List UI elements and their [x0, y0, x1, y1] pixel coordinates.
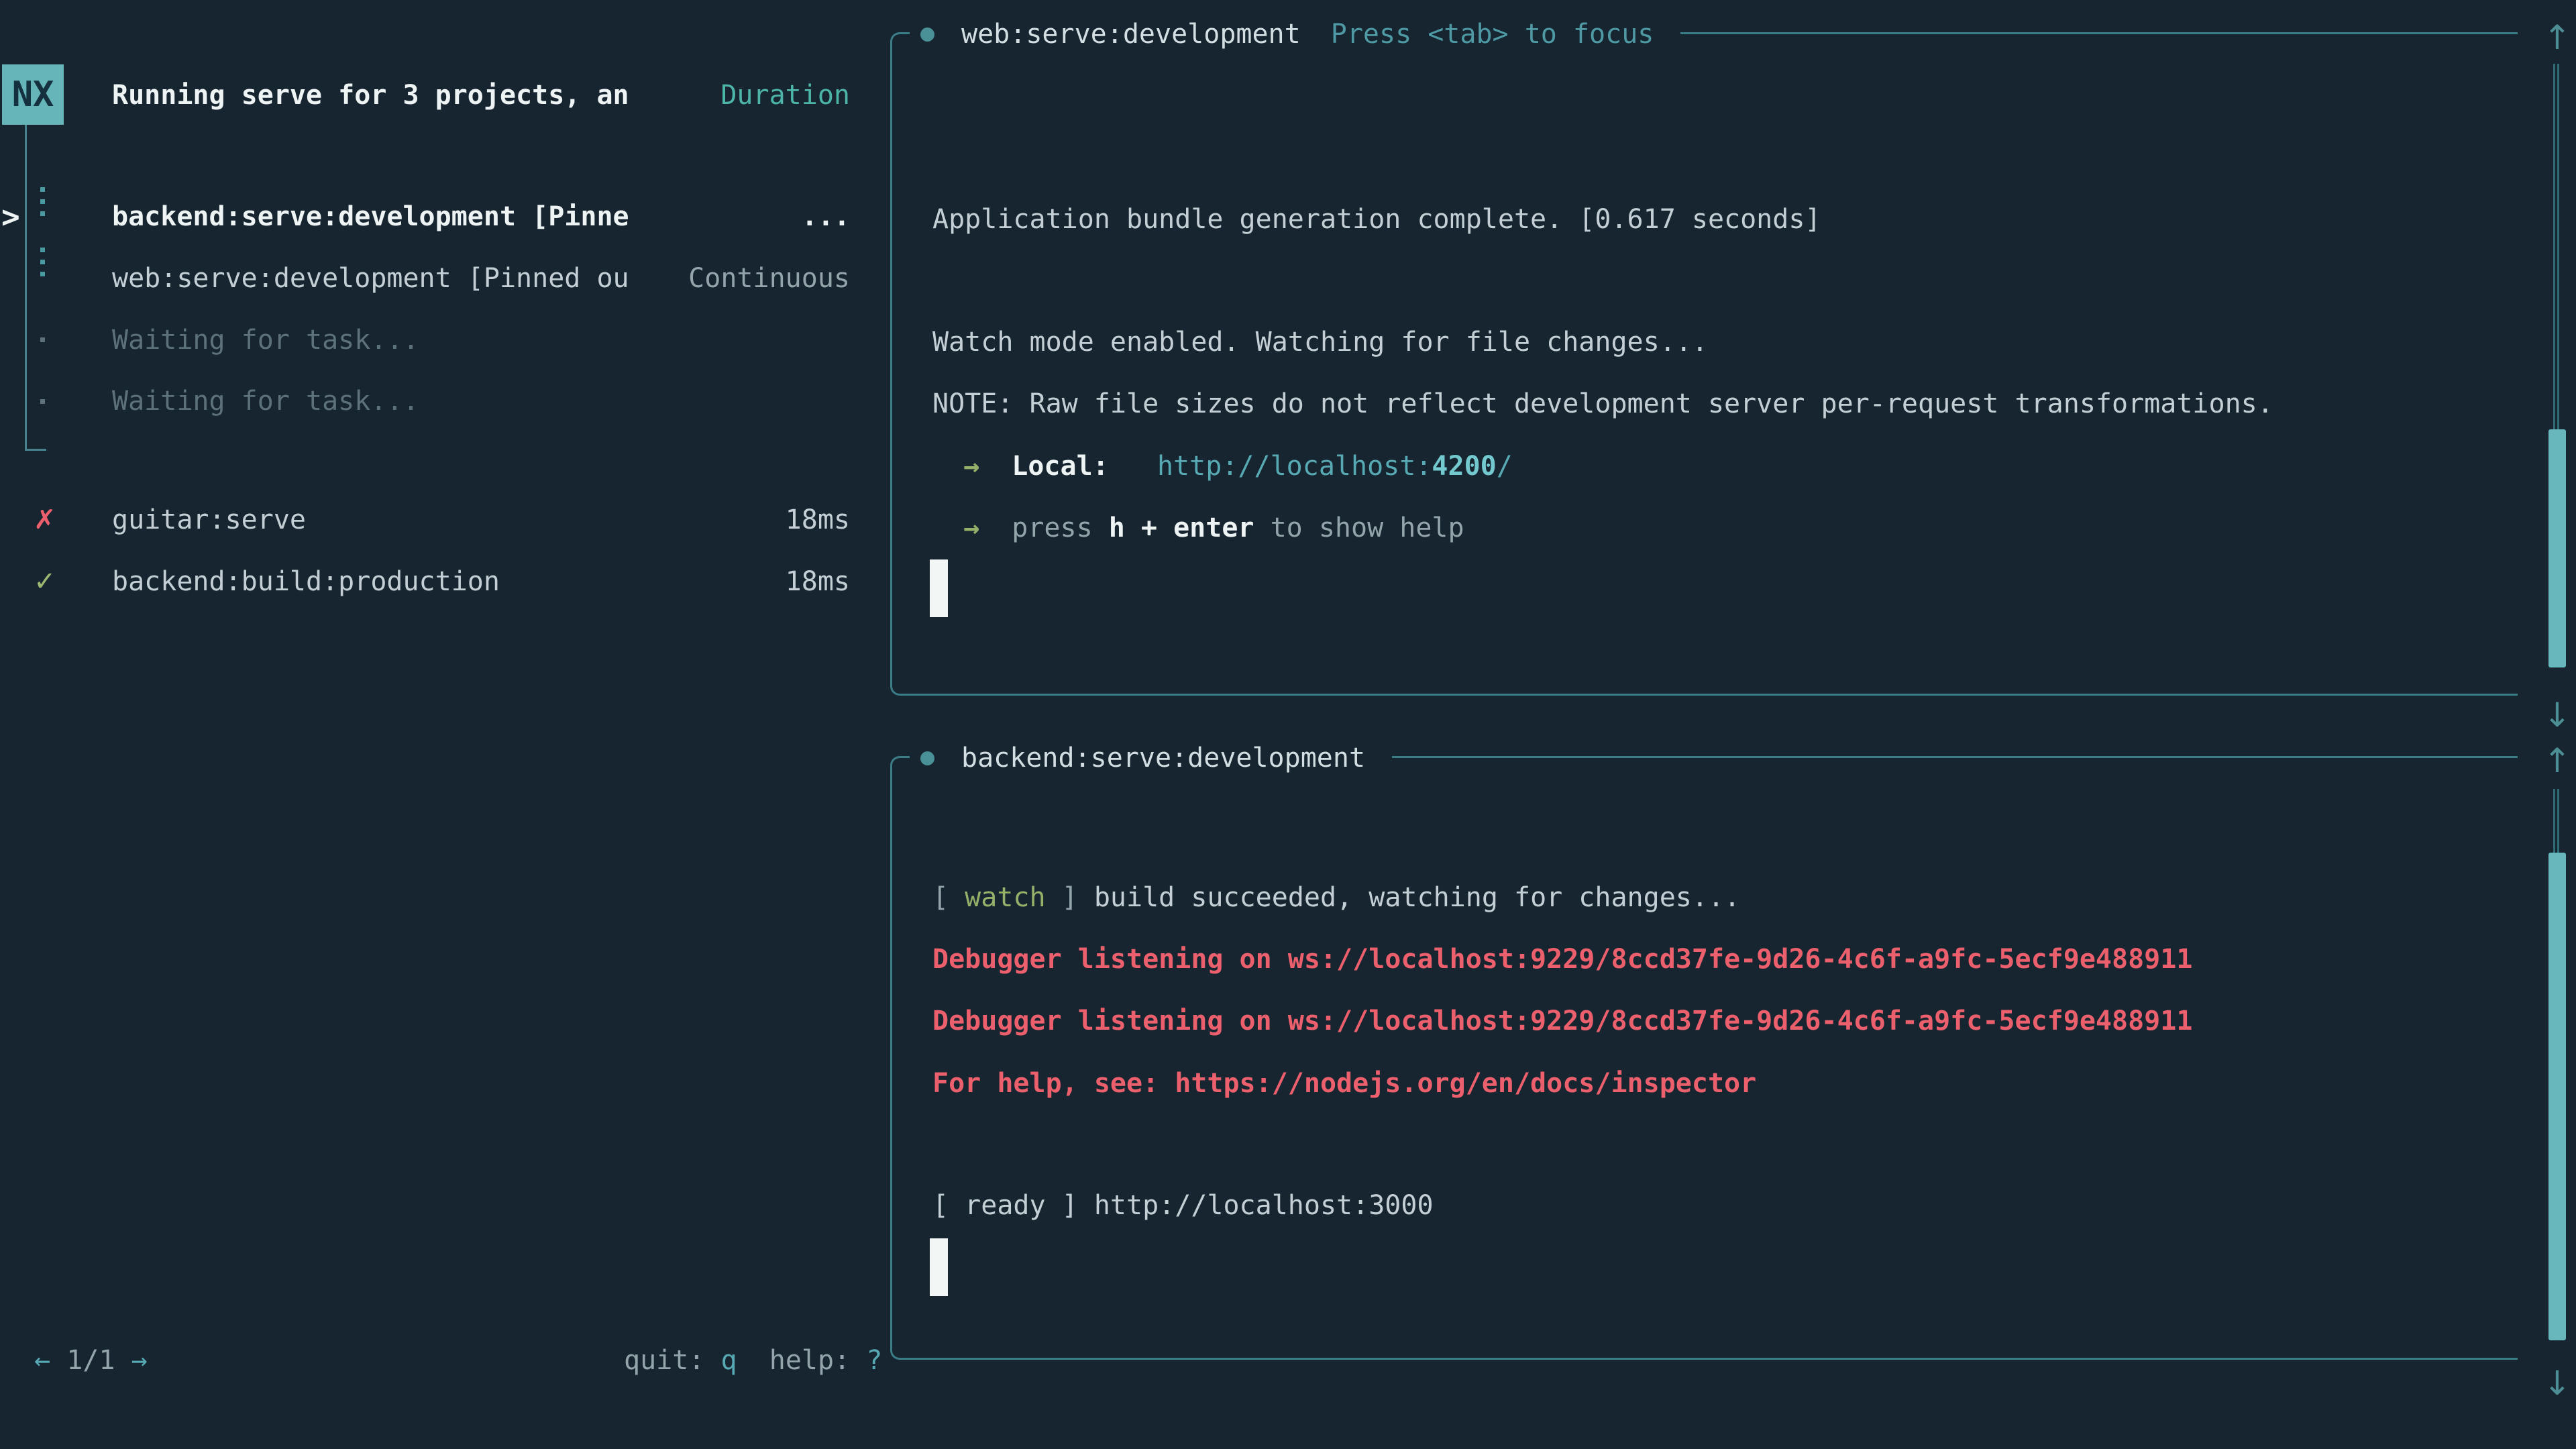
duration-column-header: Duration	[0, 64, 850, 126]
press-keys: h + enter	[1109, 513, 1254, 543]
page-indicator	[50, 1345, 66, 1376]
watch-tag: watch	[965, 882, 1045, 913]
local-port[interactable]: 4200	[1432, 451, 1496, 482]
task-status-bullet-icon	[920, 28, 934, 42]
help-label: help:	[737, 1345, 867, 1376]
log-line-inspector-help: For help, see: https://nodejs.org/en/doc…	[932, 1053, 1756, 1114]
task-tree-line-foot	[25, 449, 46, 451]
bracket-open: [	[932, 882, 965, 913]
press-prefix: press	[979, 513, 1109, 543]
scrollbar-thumb[interactable]	[2548, 853, 2566, 1340]
scroll-down-icon[interactable]: ↓	[2538, 695, 2576, 735]
log-line-local-url: → Local: http://localhost:4200/	[963, 435, 1513, 497]
log-line-note: NOTE: Raw file sizes do not reflect deve…	[932, 373, 2273, 435]
waiting-dot-icon	[40, 337, 45, 342]
scrollbar-thumb[interactable]	[2548, 429, 2566, 667]
log-line-debugger-2: Debugger listening on ws://localhost:922…	[932, 990, 2192, 1052]
log-line-debugger-1: Debugger listening on ws://localhost:922…	[932, 928, 2192, 990]
quit-label: quit:	[624, 1345, 721, 1376]
pagination: ← 1/1 →	[34, 1330, 148, 1391]
task-row-waiting-1[interactable]: Waiting for task...	[112, 309, 419, 371]
log-line-watch-status: [ watch ] build succeeded, watching for …	[932, 867, 1740, 928]
bracket-close: ]	[1046, 882, 1078, 913]
scroll-up-icon[interactable]: ↑	[2538, 741, 2576, 781]
page-indicator-space	[115, 1345, 131, 1376]
log-line-watch-mode: Watch mode enabled. Watching for file ch…	[932, 311, 1708, 373]
terminal-pane-web-serve-header[interactable]: web:serve:development Press <tab> to foc…	[910, 2, 1680, 66]
scrollbar-track[interactable]	[2553, 789, 2559, 853]
keyboard-shortcuts: quit: q help: ?	[624, 1330, 882, 1391]
log-line-help-hint: → press h + enter to show help	[963, 497, 1464, 559]
task-value-web-serve: Continuous	[0, 248, 850, 309]
task-row-waiting-2[interactable]: Waiting for task...	[112, 370, 419, 432]
quit-key: q	[721, 1345, 737, 1376]
log-line-ready: [ ready ] http://localhost:3000	[932, 1175, 1434, 1236]
pane-title: backend:serve:development	[961, 743, 1365, 773]
local-url[interactable]: http://localhost:	[1157, 451, 1432, 482]
page-count: 1/1	[66, 1345, 115, 1376]
watch-message: build succeeded, watching for changes...	[1078, 882, 1740, 913]
scroll-up-icon[interactable]: ↑	[2538, 17, 2576, 58]
local-gap	[1109, 451, 1157, 482]
page-next-icon[interactable]: →	[131, 1345, 148, 1376]
scroll-down-icon[interactable]: ↓	[2538, 1363, 2576, 1403]
terminal-cursor	[930, 1238, 948, 1296]
prompt-arrow-icon: →	[963, 451, 979, 482]
focus-hint: Press <tab> to focus	[1331, 19, 1654, 50]
waiting-dot-icon	[40, 399, 45, 404]
task-status-bullet-icon	[920, 751, 934, 765]
nx-tui-app: { "colors": { "background": "#162530", "…	[0, 0, 2576, 1449]
pane-title: web:serve:development	[961, 19, 1301, 50]
local-slash[interactable]: /	[1497, 451, 1513, 482]
prompt-arrow-icon: →	[963, 513, 979, 543]
terminal-pane-backend-serve-header[interactable]: backend:serve:development	[910, 726, 1392, 790]
task-duration-guitar-serve: 18ms	[0, 489, 850, 551]
local-label: Local:	[979, 451, 1109, 482]
page-prev-icon[interactable]: ←	[34, 1345, 50, 1376]
task-value-backend-serve: ...	[0, 186, 850, 248]
terminal-cursor	[930, 559, 948, 617]
log-line-bundle-complete: Application bundle generation complete. …	[932, 189, 1821, 250]
task-duration-backend-build: 18ms	[0, 551, 850, 612]
press-suffix: to show help	[1254, 513, 1464, 543]
scrollbar-track[interactable]	[2553, 64, 2559, 429]
help-key: ?	[866, 1345, 882, 1376]
